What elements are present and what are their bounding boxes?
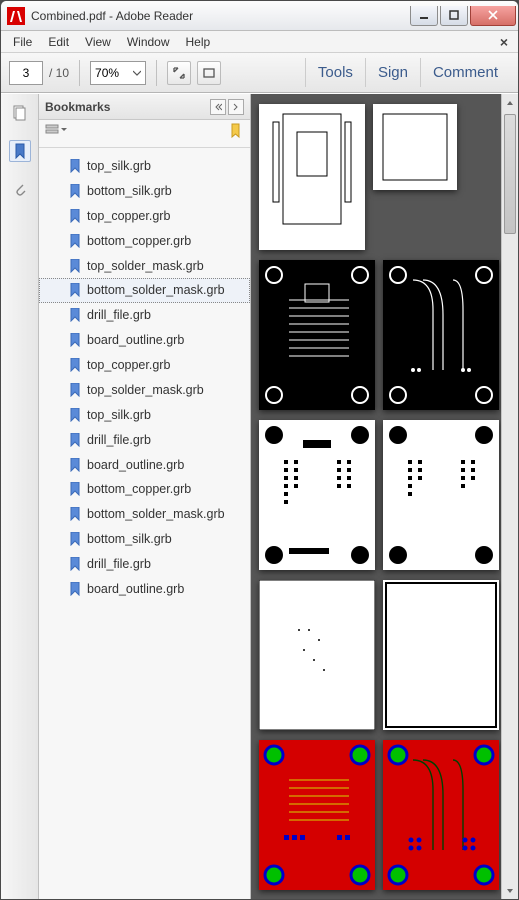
menu-help[interactable]: Help [178, 33, 219, 51]
bookmark-item[interactable]: drill_file.grb [39, 428, 250, 453]
fit-page-button[interactable] [167, 61, 191, 85]
current-page-input[interactable]: 3 [9, 61, 43, 85]
read-mode-button[interactable] [197, 61, 221, 85]
document-area[interactable] [251, 94, 518, 899]
thumbnails-icon[interactable] [9, 102, 31, 124]
bookmark-label: bottom_solder_mask.grb [87, 282, 225, 299]
new-bookmark-button[interactable] [228, 123, 244, 144]
tab-comment[interactable]: Comment [420, 58, 510, 87]
bookmark-options-button[interactable] [45, 123, 67, 144]
close-button[interactable] [470, 6, 516, 26]
page-thumbnail[interactable] [259, 260, 375, 410]
bookmark-item[interactable]: drill_file.grb [39, 552, 250, 577]
bookmarks-toolbar [39, 120, 250, 148]
minimize-button[interactable] [410, 6, 438, 26]
page-thumbnail[interactable] [383, 420, 499, 570]
bookmark-item[interactable]: top_copper.grb [39, 204, 250, 229]
bookmarks-panel: Bookmarks top_silk.grbbottom_silk.grbtop… [39, 94, 251, 899]
menubar: File Edit View Window Help × [1, 31, 518, 53]
bookmark-item[interactable]: bottom_solder_mask.grb [39, 502, 250, 527]
menu-file[interactable]: File [5, 33, 40, 51]
menu-view[interactable]: View [77, 33, 119, 51]
page-thumbnail[interactable] [259, 104, 365, 250]
attachments-icon[interactable] [9, 178, 31, 200]
page-thumbnail[interactable] [383, 740, 499, 890]
toolbar-separator [79, 60, 80, 86]
bookmark-item[interactable]: bottom_silk.grb [39, 179, 250, 204]
tab-tools[interactable]: Tools [305, 58, 365, 87]
bookmark-label: top_solder_mask.grb [87, 382, 204, 399]
bookmark-label: drill_file.grb [87, 556, 151, 573]
bookmark-label: top_copper.grb [87, 208, 170, 225]
page-thumbnail[interactable] [383, 260, 499, 410]
bookmark-label: bottom_copper.grb [87, 233, 191, 250]
content-body: Bookmarks top_silk.grbbottom_silk.grbtop… [1, 93, 518, 899]
bookmark-item[interactable]: bottom_copper.grb [39, 477, 250, 502]
left-rail [1, 94, 39, 899]
bookmark-item[interactable]: bottom_solder_mask.grb [39, 278, 250, 303]
app-logo-icon [7, 7, 25, 25]
titlebar[interactable]: Combined.pdf - Adobe Reader [1, 1, 518, 31]
bookmark-label: top_solder_mask.grb [87, 258, 204, 275]
bookmarks-icon[interactable] [9, 140, 31, 162]
menu-edit[interactable]: Edit [40, 33, 77, 51]
maximize-button[interactable] [440, 6, 468, 26]
bookmark-item[interactable]: top_silk.grb [39, 403, 250, 428]
page-thumbnail[interactable] [373, 104, 457, 190]
tab-sign[interactable]: Sign [365, 58, 420, 87]
bookmark-item[interactable]: top_solder_mask.grb [39, 378, 250, 403]
chevron-down-icon [133, 66, 141, 80]
toolbar: 3 / 10 70% Tools Sign Comment [1, 53, 518, 93]
bookmark-label: top_silk.grb [87, 158, 151, 175]
bookmark-label: drill_file.grb [87, 432, 151, 449]
zoom-dropdown[interactable]: 70% [90, 61, 146, 85]
bookmark-item[interactable]: board_outline.grb [39, 453, 250, 478]
bookmarks-list[interactable]: top_silk.grb bottom_silk.grb top_copper.gr… [39, 148, 250, 899]
bookmark-item[interactable]: board_outline.grb [39, 328, 250, 353]
bookmark-item[interactable]: bottom_copper.grb [39, 229, 250, 254]
toolbar-separator [156, 60, 157, 86]
page-thumbnail[interactable] [259, 580, 375, 730]
bookmark-label: bottom_solder_mask.grb [87, 506, 225, 523]
expand-panel-button[interactable] [228, 99, 244, 115]
vertical-scrollbar[interactable] [501, 94, 518, 899]
bookmarks-header: Bookmarks [39, 94, 250, 120]
application-window: Combined.pdf - Adobe Reader File Edit Vi… [0, 0, 519, 900]
bookmark-label: bottom_copper.grb [87, 481, 191, 498]
window-title: Combined.pdf - Adobe Reader [31, 9, 410, 23]
bookmark-item[interactable]: bottom_silk.grb [39, 527, 250, 552]
zoom-value: 70% [95, 66, 119, 80]
collapse-panel-button[interactable] [210, 99, 226, 115]
menu-window[interactable]: Window [119, 33, 178, 51]
scroll-down-button[interactable] [502, 882, 518, 899]
bookmark-label: top_copper.grb [87, 357, 170, 374]
page-thumbnail[interactable] [259, 740, 375, 890]
total-pages-label: / 10 [49, 66, 69, 80]
bookmark-label: board_outline.grb [87, 457, 184, 474]
bookmark-label: drill_file.grb [87, 307, 151, 324]
window-controls [410, 6, 516, 26]
bookmark-label: bottom_silk.grb [87, 531, 172, 548]
bookmarks-title: Bookmarks [45, 100, 110, 114]
bookmark-item[interactable]: board_outline.grb [39, 577, 250, 602]
bookmark-label: bottom_silk.grb [87, 183, 172, 200]
bookmark-label: board_outline.grb [87, 332, 184, 349]
bookmark-item[interactable]: top_solder_mask.grb [39, 254, 250, 279]
bookmark-label: top_silk.grb [87, 407, 151, 424]
page-thumbnail[interactable] [259, 420, 375, 570]
bookmark-item[interactable]: drill_file.grb [39, 303, 250, 328]
bookmark-label: board_outline.grb [87, 581, 184, 598]
bookmark-item[interactable]: top_silk.grb [39, 154, 250, 179]
close-doc-button[interactable]: × [494, 34, 514, 50]
page-thumbnail[interactable] [383, 580, 499, 730]
scroll-up-button[interactable] [502, 94, 518, 111]
scrollbar-thumb[interactable] [504, 114, 516, 234]
bookmark-item[interactable]: top_copper.grb [39, 353, 250, 378]
right-tabs: Tools Sign Comment [305, 58, 510, 87]
